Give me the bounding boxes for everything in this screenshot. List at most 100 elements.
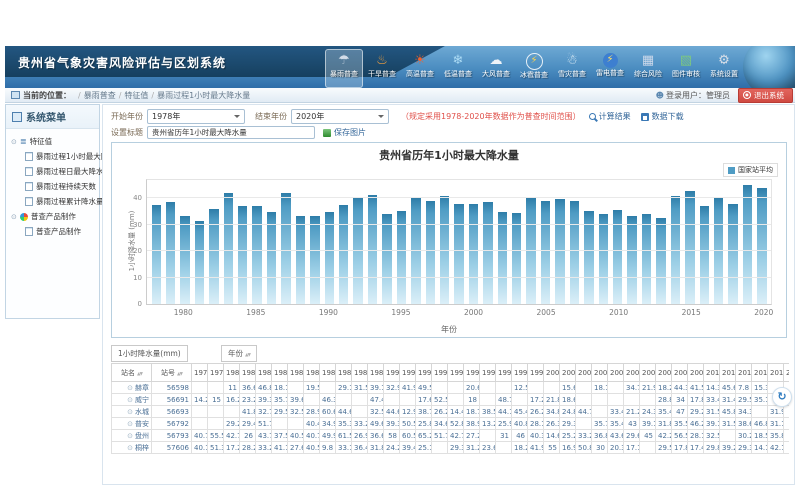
toolbar-item-system-settings[interactable]: ⚙系统设置 [705,49,743,88]
sidebar-group-1[interactable]: ⊙普查产品制作 [11,211,97,222]
year-column-header[interactable]: 2006 [640,364,656,382]
table-row-57606[interactable]: ⊙桐梓5760640.151.317.228.233.241.127.640.5… [112,442,790,454]
year-column-header[interactable]: 2008 [672,364,688,382]
sidebar-item[interactable]: 暴雨过程日最大降水量 [25,166,97,177]
year-column-header[interactable]: 1984 [288,364,304,382]
measure-field-box[interactable]: 1小时降水量(mm) [111,345,188,362]
year-column-header[interactable]: 1993 [432,364,448,382]
year-column-header[interactable]: 1994 [448,364,464,382]
breadcrumb-item[interactable]: 暴雨过程1小时最大降水量 [157,91,250,100]
year-column-header[interactable]: 2003 [592,364,608,382]
row-expander-icon[interactable]: ⊙ [127,408,133,416]
download-data-button[interactable]: 数据下载 [641,111,684,122]
year-column-header[interactable]: 2014 [768,364,784,382]
year-column-header[interactable]: 2010 [704,364,720,382]
toolbar-item-snow-survey[interactable]: ☃雪灾普查 [553,49,591,88]
toolbar-item-wind-survey[interactable]: ☁大风普查 [477,49,515,88]
x-tick-label: 1980 [174,308,193,317]
toolbar-item-comprehensive-risk[interactable]: ▦综合风险 [629,49,667,88]
toolbar-item-heat-survey[interactable]: ☀高温普查 [401,49,439,88]
year-column-header[interactable]: 1990 [384,364,400,382]
year-column-header[interactable]: 1986 [320,364,336,382]
year-column-header[interactable]: 2007 [656,364,672,382]
toolbar-item-rainstorm-survey[interactable]: ☂暴雨普查 [325,49,363,88]
row-expander-icon[interactable]: ⊙ [127,444,133,452]
year-column-header[interactable]: 2001 [560,364,576,382]
station-id-header[interactable]: 站号▲▼ [152,364,192,382]
end-year-select[interactable]: 2020年 [291,109,389,124]
bar-2011 [627,216,636,304]
year-column-header[interactable]: 1980 [224,364,240,382]
breadcrumb-item[interactable]: 特征值 [124,91,148,100]
year-column-header[interactable]: 1989 [368,364,384,382]
year-column-header[interactable]: 1995 [464,364,480,382]
year-column-header[interactable]: 2012 [736,364,752,382]
table-row-56793[interactable]: ⊙盘州5679340.755.542.72643.737.540.540.749… [112,430,790,442]
year-column-header[interactable]: 2000 [544,364,560,382]
globe-decoration-icon [743,46,795,88]
year-column-header[interactable]: 1983 [272,364,288,382]
table-row-56598[interactable]: ⊙赫章565981136.646.818.119.529.131.539.132… [112,382,790,394]
year-column-header[interactable]: 1982 [256,364,272,382]
sort-icons[interactable]: ▲▼ [177,372,182,377]
value-cell: 50.5 [400,418,416,430]
toolbar-item-map-review[interactable]: ▧图件审核 [667,49,705,88]
sidebar-item[interactable]: 普查产品制作 [25,226,97,237]
expander-icon[interactable]: ⊙ [11,138,17,146]
calculate-button[interactable]: 计算结果 [589,111,631,122]
start-year-select[interactable]: 1978年 [147,109,245,124]
year-column-header[interactable]: 1992 [416,364,432,382]
value-cell: 44.7 [576,406,592,418]
year-column-header[interactable]: 2009 [688,364,704,382]
year-column-header[interactable]: 1978 [192,364,208,382]
table-row-56792[interactable]: ⊙普安5679229.229.451.740.434.935.333.249.6… [112,418,790,430]
toolbar-item-hail-survey[interactable]: ⚡冰雹普查 [515,49,553,88]
chart-legend[interactable]: 国家站平均 [723,163,778,177]
sidebar-item[interactable]: 暴雨过程累计降水量 [25,196,97,207]
year-field-box[interactable]: 年份▲▼ [221,345,257,362]
year-group-label: 年份 [228,349,243,358]
save-image-button[interactable]: 保存图片 [323,127,366,138]
year-column-header[interactable]: 2015 [784,364,790,382]
year-column-header[interactable]: 2005 [624,364,640,382]
value-cell: 28.2 [240,442,256,454]
year-column-header[interactable]: 2013 [752,364,768,382]
year-column-header[interactable]: 1979 [208,364,224,382]
sidebar-item[interactable]: 暴雨过程1小时最大降水量 [25,151,97,162]
year-column-header[interactable]: 1981 [240,364,256,382]
year-column-header[interactable]: 1988 [352,364,368,382]
value-cell: 26 [240,430,256,442]
breadcrumb-item[interactable]: 暴雨普查 [84,91,116,100]
year-column-header[interactable]: 2004 [608,364,624,382]
year-column-header[interactable]: 1997 [496,364,512,382]
toolbar-item-drought-survey[interactable]: ♨干旱普查 [363,49,401,88]
sidebar-group-0[interactable]: ⊙≣特征值 [11,136,97,147]
year-column-header[interactable]: 1987 [336,364,352,382]
sidebar-item-label: 暴雨过程累计降水量 [36,196,104,207]
sidebar-item[interactable]: 暴雨过程持续天数 [25,181,97,192]
refresh-button[interactable]: ↻ [772,387,792,407]
station-name-header[interactable]: 站名▲▼ [112,364,152,382]
row-expander-icon[interactable]: ⊙ [127,432,133,440]
year-column-header[interactable]: 1999 [528,364,544,382]
sort-icons[interactable]: ▲▼ [245,353,250,358]
value-cell: 14.4 [448,406,464,418]
toolbar-item-cold-survey[interactable]: ❄低温普查 [439,49,477,88]
sort-icons[interactable]: ▲▼ [137,372,142,377]
year-column-header[interactable]: 1985 [304,364,320,382]
year-column-header[interactable]: 2011 [720,364,736,382]
table-row-56693[interactable]: ⊙水城5669341.832.729.532.528.960.644.632.5… [112,406,790,418]
chart-title-input[interactable] [147,126,315,139]
year-column-header[interactable]: 2002 [576,364,592,382]
bar-2012 [642,214,651,304]
expander-icon[interactable]: ⊙ [11,213,17,221]
logout-button[interactable]: ● 退出系统 [738,88,793,103]
year-column-header[interactable]: 1996 [480,364,496,382]
year-column-header[interactable]: 1991 [400,364,416,382]
toolbar-item-lightning-survey[interactable]: ⚡雷电普查 [591,49,629,88]
year-column-header[interactable]: 1998 [512,364,528,382]
table-row-56691[interactable]: ⊙威宁5669114.21516.223.239.335.739.646.347… [112,394,790,406]
row-expander-icon[interactable]: ⊙ [127,396,133,404]
row-expander-icon[interactable]: ⊙ [127,420,133,428]
row-expander-icon[interactable]: ⊙ [127,384,133,392]
